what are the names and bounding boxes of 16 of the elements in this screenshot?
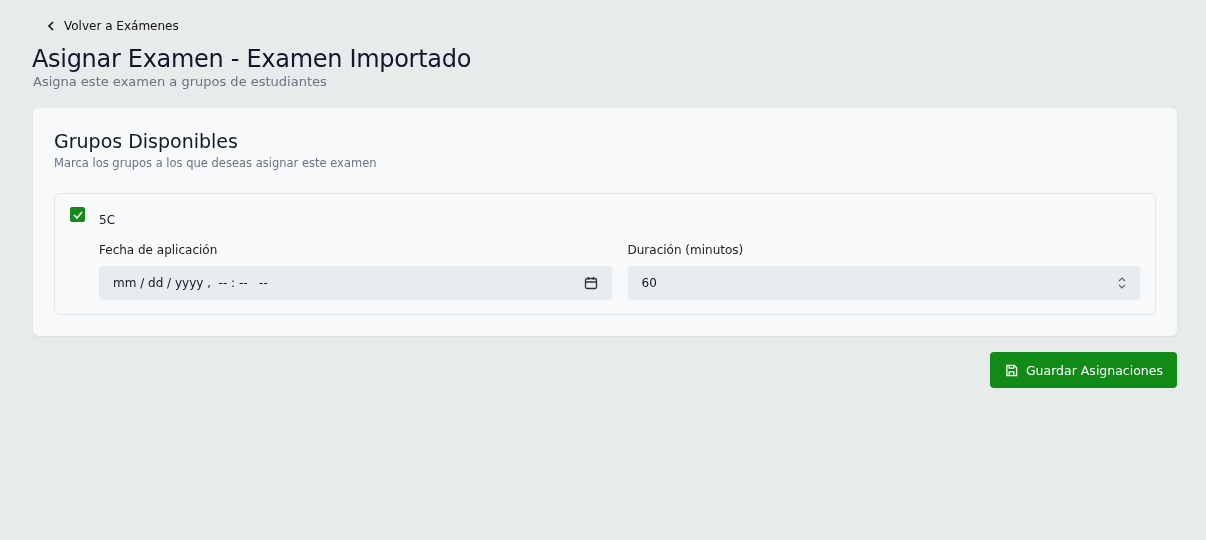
field-label: Duración (minutos)	[627, 243, 745, 257]
page-title: Asignar Examen - Examen Importado	[32, 44, 473, 74]
calendar-icon	[583, 276, 598, 290]
card-title: Grupos Disponibles	[54, 129, 239, 154]
duration-field[interactable]: 60	[627, 266, 1140, 300]
date-field[interactable]: mm / dd / yyyy , -- : -- --	[99, 266, 612, 300]
card-description: Marca los grupos a los que deseas asignar este examen	[54, 156, 378, 170]
group-name: 5C	[99, 213, 116, 227]
save-icon	[1004, 363, 1018, 377]
chevron-left-icon	[47, 21, 55, 31]
stepper-icon	[1118, 276, 1126, 290]
back-link[interactable]: Volver a Exámenes	[47, 19, 179, 33]
page-subtitle: Asigna este examen a grupos de estudiantes	[33, 74, 328, 89]
field-label: Fecha de aplicación	[99, 243, 219, 257]
save-button[interactable]: Guardar Asignaciones	[989, 352, 1177, 388]
group-checkbox[interactable]	[70, 207, 85, 222]
